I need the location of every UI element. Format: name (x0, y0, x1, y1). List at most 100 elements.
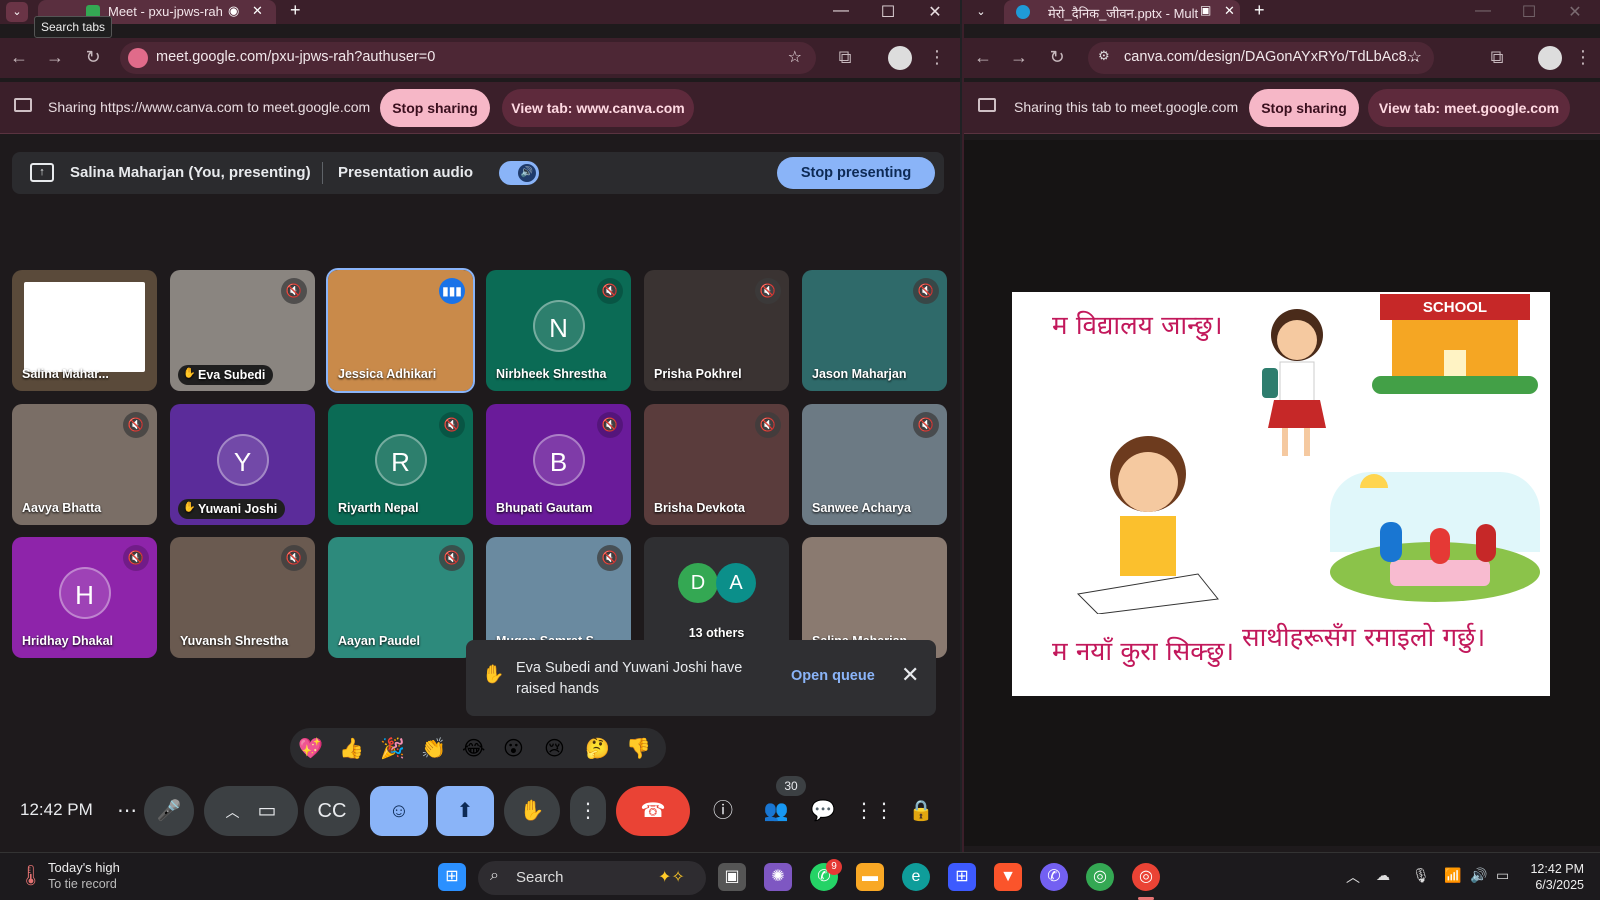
more-options-icon[interactable]: ⋯ (112, 786, 142, 836)
store-icon[interactable]: ⊞ (948, 863, 976, 891)
picnic-illustration (1330, 472, 1540, 612)
participant-tile[interactable]: Salina Mahar... (12, 270, 157, 391)
view-tab-button[interactable]: View tab: www.canva.com (502, 89, 694, 127)
tab-close-icon[interactable]: ✕ (1224, 3, 1235, 19)
chrome-active-icon[interactable]: ◎ (1132, 863, 1160, 891)
maximize-button[interactable]: ☐ (1514, 2, 1544, 22)
profile-avatar[interactable] (1538, 46, 1562, 70)
chevron-up-icon[interactable]: ︿ (1346, 867, 1360, 887)
participant-tile[interactable]: 🔇 Brisha Devkota (644, 404, 789, 525)
camera-options-button[interactable]: ︿ ▭ (204, 786, 298, 836)
stop-sharing-button[interactable]: Stop sharing (1249, 89, 1359, 127)
new-tab-button[interactable]: + (290, 0, 301, 21)
participant-tile[interactable]: 🔇 Aayan Paudel (328, 537, 473, 658)
participant-tile[interactable]: B 🔇 Bhupati Gautam (486, 404, 631, 525)
close-icon[interactable]: ✕ (901, 662, 919, 688)
back-icon[interactable]: ← (8, 47, 30, 68)
taskbar-search[interactable]: ⌕ Search ✦✧ (478, 861, 706, 895)
back-icon[interactable]: ← (972, 47, 994, 68)
reload-icon[interactable]: ↻ (1046, 47, 1068, 68)
right-titlebar: ⌄ मेरो_दैनिक_जीवन.pptx - Mult ▣ ✕ + — ☐ … (964, 0, 1600, 24)
host-controls-icon[interactable]: 🔒 (904, 786, 938, 836)
tab-close-icon[interactable]: ✕ (252, 3, 263, 19)
people-icon[interactable]: 👥 (756, 786, 796, 836)
captions-button[interactable]: CC (304, 786, 360, 836)
participant-tile[interactable]: 🔇 Eva Subedi (170, 270, 315, 391)
emoji-reaction[interactable]: 😢 (544, 736, 565, 761)
presentation-audio-toggle[interactable]: 🔊 (499, 161, 539, 185)
emoji-reaction[interactable]: 👎 (626, 736, 651, 761)
participant-tile[interactable]: H 🔇 Hridhay Dhakal (12, 537, 157, 658)
viber-icon[interactable]: ✆ (1040, 863, 1068, 891)
emoji-reaction[interactable]: 🎉 (380, 736, 405, 761)
menu-kebab-icon[interactable]: ⋮ (926, 47, 948, 68)
stop-presenting-button[interactable]: Stop presenting (777, 157, 935, 189)
emoji-reaction-button[interactable]: ☺ (370, 786, 428, 836)
participant-tile[interactable]: N 🔇 Nirbheek Shrestha (486, 270, 631, 391)
site-settings-icon[interactable]: ⚙ (1098, 48, 1110, 64)
emoji-reaction[interactable]: 👍 (339, 736, 364, 761)
onedrive-icon[interactable]: ☁ (1376, 867, 1390, 884)
more-actions-button[interactable]: ⋮ (570, 786, 606, 836)
profile-avatar[interactable] (888, 46, 912, 70)
start-button[interactable]: ⊞ (438, 863, 466, 891)
forward-icon[interactable]: → (1008, 47, 1030, 68)
battery-icon[interactable]: ▭ (1496, 867, 1509, 884)
bookmark-star-icon[interactable]: ☆ (1408, 47, 1422, 67)
emoji-reaction[interactable]: 👏 (421, 736, 446, 761)
extensions-icon[interactable]: ⧉ (1486, 47, 1508, 68)
microphone-button[interactable]: 🎤 (144, 786, 194, 836)
wifi-icon[interactable]: 📶 (1444, 867, 1461, 884)
participant-tile[interactable]: 🔇 Sanwee Acharya (802, 404, 947, 525)
new-tab-button[interactable]: + (1254, 0, 1265, 21)
microphone-icon[interactable]: 🎙 (1412, 867, 1430, 884)
present-screen-button[interactable]: ⬆ (436, 786, 494, 836)
leave-call-button[interactable]: ☎ (616, 786, 690, 836)
meeting-info-icon[interactable]: ⓘ (706, 786, 740, 836)
emoji-reaction[interactable]: 💖 (298, 736, 323, 761)
participant-avatar: H (58, 566, 111, 619)
forward-icon[interactable]: → (44, 47, 66, 68)
minimize-button[interactable]: — (1468, 2, 1498, 20)
stop-sharing-button[interactable]: Stop sharing (380, 89, 490, 127)
brave-icon[interactable]: ▼ (994, 863, 1022, 891)
menu-kebab-icon[interactable]: ⋮ (1572, 47, 1594, 68)
site-info-icon[interactable] (128, 48, 148, 68)
participant-tile[interactable]: 🔇 Prisha Pokhrel (644, 270, 789, 391)
participant-tile[interactable]: 🔇 Aavya Bhatta (12, 404, 157, 525)
participant-tile[interactable]: Y Yuwani Joshi (170, 404, 315, 525)
participant-tile[interactable]: 🔇 Yuvansh Shrestha (170, 537, 315, 658)
chrome-icon[interactable]: ◎ (1086, 863, 1114, 891)
participant-tile[interactable]: ▮▮▮ Jessica Adhikari (326, 268, 475, 393)
open-queue-link[interactable]: Open queue (791, 668, 875, 684)
bookmark-star-icon[interactable]: ☆ (788, 47, 802, 67)
copilot-icon[interactable]: ✺ (764, 863, 792, 891)
volume-icon[interactable]: 🔊 (1470, 867, 1487, 884)
maximize-button[interactable]: ☐ (873, 2, 903, 22)
address-bar[interactable]: meet.google.com/pxu-jpws-rah?authuser=0 … (120, 42, 816, 74)
extensions-icon[interactable]: ⧉ (834, 47, 856, 68)
address-bar[interactable]: ⚙ canva.com/design/DAGonAYxRYo/TdLbAc8..… (1088, 42, 1434, 74)
participant-tile[interactable]: 🔇 Jason Maharjan (802, 270, 947, 391)
tab-search-button[interactable]: ⌄ (970, 2, 992, 22)
file-explorer-icon[interactable]: ▬ (856, 863, 884, 891)
edge-icon[interactable]: e (902, 863, 930, 891)
task-view-icon[interactable]: ▣ (718, 863, 746, 891)
close-window-button[interactable]: ✕ (920, 2, 950, 22)
activities-icon[interactable]: ⋮⋮ (854, 786, 894, 836)
tab-search-button[interactable]: ⌄ (6, 2, 28, 22)
tab-canva[interactable]: मेरो_दैनिक_जीवन.pptx - Mult ▣ ✕ (1004, 0, 1240, 24)
minimize-button[interactable]: — (826, 2, 856, 20)
close-window-button[interactable]: ✕ (1560, 2, 1590, 22)
emoji-reaction[interactable]: 😂 (462, 736, 485, 761)
view-tab-button[interactable]: View tab: meet.google.com (1368, 89, 1570, 127)
reload-icon[interactable]: ↻ (82, 47, 104, 68)
chat-icon[interactable]: 💬 (806, 786, 840, 836)
emoji-reaction[interactable]: 😮 (503, 736, 524, 761)
emoji-reaction[interactable]: 🤔 (585, 736, 610, 761)
raise-hand-button[interactable]: ✋ (504, 786, 560, 836)
weather-title[interactable]: Today's high (48, 860, 120, 875)
search-tabs-tooltip: Search tabs (34, 16, 113, 38)
system-clock[interactable]: 12:42 PM 6/3/2025 (1526, 861, 1584, 893)
participant-tile[interactable]: R 🔇 Riyarth Nepal (328, 404, 473, 525)
